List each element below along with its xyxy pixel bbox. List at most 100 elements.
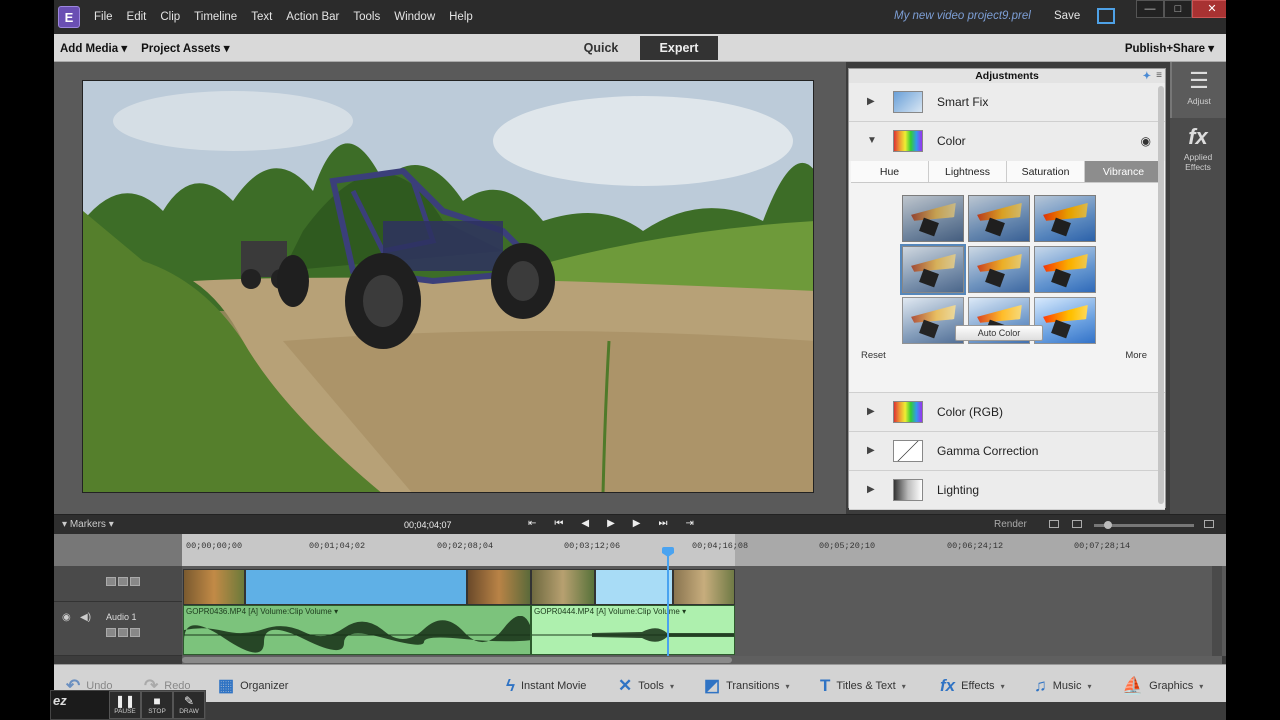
tab-saturation[interactable]: Saturation <box>1007 161 1085 182</box>
adj-row-lighting[interactable]: ▶ Lighting <box>849 471 1165 510</box>
window-controls: — □ ✕ <box>1136 0 1226 18</box>
menu-tools[interactable]: Tools <box>353 11 380 23</box>
variation-thumbnail[interactable] <box>902 195 964 242</box>
zoom-slider-knob[interactable] <box>1104 521 1112 529</box>
adj-row-color[interactable]: ▼ Color ◉ <box>849 122 1165 161</box>
go-to-end-icon[interactable]: ⇥ <box>686 518 694 529</box>
adjustments-scrollbar[interactable] <box>1158 86 1164 504</box>
menu-file[interactable]: File <box>94 11 113 23</box>
markers-dropdown[interactable]: ▾ Markers ▾ <box>62 519 114 530</box>
variation-thumbnail[interactable] <box>1034 195 1096 242</box>
track-button[interactable] <box>106 577 116 586</box>
auto-color-button[interactable]: Auto Color <box>955 325 1043 341</box>
tab-expert[interactable]: Expert <box>640 36 718 60</box>
publish-share-button[interactable]: Publish+Share ▾ <box>1125 41 1214 55</box>
tools-button[interactable]: ✕ Tools ▾ <box>618 676 674 696</box>
recorder-pause-button[interactable]: ❚❚ PAUSE <box>109 691 141 719</box>
go-to-start-icon[interactable]: ⇤ <box>528 518 536 529</box>
zoom-out-icon[interactable] <box>1049 520 1059 528</box>
organizer-button[interactable]: ▦ Organizer <box>218 676 288 696</box>
panel-menu-icon[interactable]: ≡ <box>1156 69 1162 83</box>
screen-recorder-overlay: ez ❚❚ PAUSE ■ STOP ✎ DRAW <box>50 690 206 720</box>
adj-row-smart-fix[interactable]: ▶ Smart Fix <box>849 83 1165 122</box>
audio-clip[interactable]: GOPR0436.MP4 [A] Volume:Clip Volume ▾ <box>183 605 531 655</box>
more-link[interactable]: More <box>1125 350 1147 361</box>
video-clip[interactable] <box>595 569 673 605</box>
recorder-stop-button[interactable]: ■ STOP <box>141 691 173 719</box>
project-assets-button[interactable]: Project Assets ▾ <box>141 41 229 55</box>
save-button[interactable]: Save <box>1054 10 1080 22</box>
video-preview[interactable] <box>82 80 814 493</box>
close-button[interactable]: ✕ <box>1192 0 1226 18</box>
fit-icon[interactable] <box>1072 520 1082 528</box>
adj-row-gamma[interactable]: ▶ Gamma Correction <box>849 432 1165 471</box>
maximize-button[interactable]: □ <box>1164 0 1192 18</box>
tab-vibrance[interactable]: Vibrance <box>1085 161 1163 182</box>
step-back-icon[interactable]: ⏮ <box>554 518 563 529</box>
menu-timeline[interactable]: Timeline <box>194 11 237 23</box>
eye-icon[interactable]: ◉ <box>1141 134 1151 148</box>
play-icon[interactable]: ▶ <box>607 518 615 529</box>
audio-clip[interactable]: GOPR0444.MP4 [A] Volume:Clip Volume ▾ <box>531 605 735 655</box>
video-clip-thumb[interactable] <box>531 569 595 605</box>
expand-triangle-icon[interactable]: ▶ <box>867 484 875 495</box>
ruler-tick: 00;03;12;06 <box>564 541 621 551</box>
expand-triangle-icon[interactable]: ▶ <box>867 445 875 456</box>
minimize-button[interactable]: — <box>1136 0 1164 18</box>
adj-row-color-rgb[interactable]: ▶ Color (RGB) <box>849 393 1165 432</box>
current-timecode[interactable]: 00;04;04;07 <box>404 520 452 530</box>
tab-lightness[interactable]: Lightness <box>929 161 1007 182</box>
track-button[interactable] <box>130 577 140 586</box>
add-media-button[interactable]: Add Media ▾ <box>60 41 127 55</box>
timeline-vertical-scrollbar[interactable] <box>1212 566 1222 656</box>
frame-forward-icon[interactable]: ▶ <box>633 518 641 529</box>
fullscreen-icon[interactable] <box>1097 8 1115 24</box>
tab-quick[interactable]: Quick <box>562 36 640 60</box>
speaker-icon[interactable]: ◀) <box>80 612 91 623</box>
menu-action-bar[interactable]: Action Bar <box>286 11 339 23</box>
expand-triangle-icon[interactable]: ▶ <box>867 406 875 417</box>
transitions-button[interactable]: ◩ Transitions ▾ <box>704 676 789 696</box>
effects-button[interactable]: fx Effects ▾ <box>940 676 1005 696</box>
zoom-in-icon[interactable] <box>1204 520 1214 528</box>
playhead-line[interactable] <box>667 548 669 658</box>
reset-link[interactable]: Reset <box>861 350 886 361</box>
titles-text-button[interactable]: T Titles & Text ▾ <box>820 676 906 696</box>
variation-thumbnail[interactable] <box>1034 297 1096 344</box>
recorder-draw-button[interactable]: ✎ DRAW <box>173 691 205 719</box>
track-button[interactable] <box>106 628 116 637</box>
step-forward-icon[interactable]: ⏭ <box>659 518 668 529</box>
menu-window[interactable]: Window <box>394 11 435 23</box>
frame-back-icon[interactable]: ◀ <box>581 518 589 529</box>
tab-hue[interactable]: Hue <box>851 161 929 182</box>
variation-thumbnail[interactable] <box>968 246 1030 293</box>
video-clip-thumb[interactable] <box>467 569 531 605</box>
track-button[interactable] <box>118 577 128 586</box>
track-button[interactable] <box>130 628 140 637</box>
adjustments-header: Adjustments ✦ ≡ <box>849 69 1165 83</box>
video-clip-thumb[interactable] <box>183 569 245 605</box>
graphics-button[interactable]: ⛵ Graphics ▾ <box>1122 676 1203 696</box>
timeline-ruler[interactable]: 00;00;00;00 00;01;04;02 00;02;08;04 00;0… <box>54 534 1226 566</box>
instant-movie-button[interactable]: ϟ Instant Movie <box>506 676 586 696</box>
timeline-horizontal-scrollbar[interactable] <box>182 656 1222 664</box>
video-clip-thumb[interactable] <box>673 569 735 605</box>
pin-icon[interactable]: ✦ <box>1143 70 1151 84</box>
expand-triangle-icon[interactable]: ▶ <box>867 96 875 107</box>
music-button[interactable]: ♫ Music ▾ <box>1034 676 1092 696</box>
collapse-triangle-icon[interactable]: ▼ <box>867 135 877 146</box>
variation-thumbnail[interactable] <box>900 244 966 295</box>
render-button[interactable]: Render <box>994 519 1027 530</box>
track-visibility-eye-icon[interactable]: ◉ <box>62 612 71 623</box>
music-note-icon: ♫ <box>1034 676 1047 695</box>
video-clip[interactable] <box>245 569 467 605</box>
menu-clip[interactable]: Clip <box>160 11 180 23</box>
applied-effects-button[interactable]: fx Applied Effects <box>1170 118 1226 174</box>
menu-text[interactable]: Text <box>251 11 272 23</box>
adjust-button[interactable]: ☰ Adjust <box>1170 62 1226 118</box>
variation-thumbnail[interactable] <box>1034 246 1096 293</box>
menu-help[interactable]: Help <box>449 11 473 23</box>
menu-edit[interactable]: Edit <box>127 11 147 23</box>
track-button[interactable] <box>118 628 128 637</box>
variation-thumbnail[interactable] <box>968 195 1030 242</box>
